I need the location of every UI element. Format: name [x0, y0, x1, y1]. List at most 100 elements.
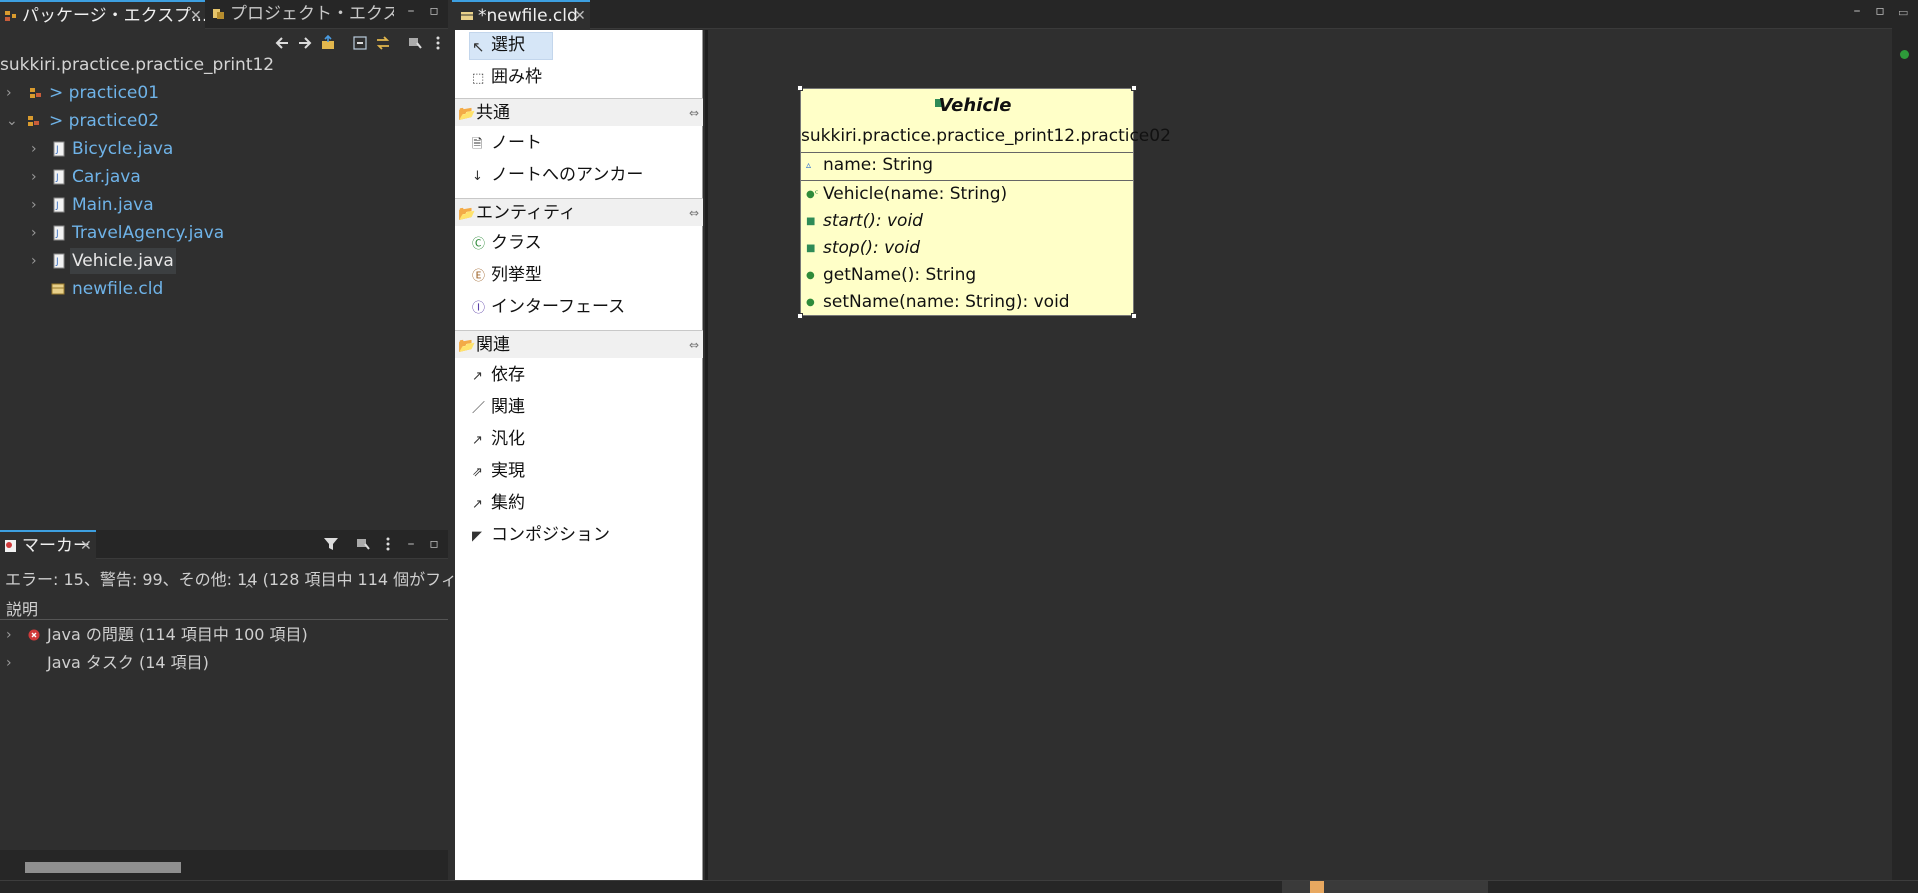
scrollbar-thumb[interactable] — [25, 862, 181, 873]
markers-column-header[interactable]: 説明 ^ — [0, 582, 448, 620]
uml-attribute[interactable]: ▵ name: String — [801, 152, 1133, 179]
pin-icon[interactable]: ⇔ — [689, 199, 699, 227]
association-line-icon: ／ — [472, 401, 486, 416]
chevron-right-icon[interactable]: › — [6, 650, 12, 676]
uml-class-package: sukkiri.practice.practice_print12.practi… — [801, 126, 1171, 146]
tab-markers[interactable]: マーカー ✕ — [0, 530, 96, 559]
chevron-right-icon[interactable]: › — [31, 248, 43, 274]
view-menu-icon[interactable] — [380, 536, 396, 552]
palette-item-association[interactable]: ／ 関連 — [455, 392, 703, 422]
chevron-right-icon[interactable]: › — [31, 192, 43, 218]
tree-item-newfile-cld[interactable]: newfile.cld — [0, 276, 448, 302]
java-file-icon: J — [53, 225, 65, 241]
tree-item-main-java[interactable]: › J Main.java — [0, 192, 448, 218]
markers-row-java-tasks[interactable]: › Java タスク (14 項目) — [0, 650, 448, 676]
uml-operation[interactable]: ● getName(): String — [801, 262, 1133, 289]
tab-project-explorer[interactable]: プロジェクト・エクスプ... — [208, 0, 394, 29]
minimize-icon[interactable]: – — [1850, 4, 1864, 18]
palette-item-dependency[interactable]: ↗ 依存 — [455, 360, 703, 390]
view-menu-icon[interactable] — [430, 35, 446, 51]
folder-open-icon: 📂 — [458, 106, 476, 122]
chevron-right-icon[interactable]: › — [6, 622, 12, 648]
palette-section-label: 共通 — [476, 103, 510, 123]
tree-item-practice02[interactable]: ⌄ > practice02 — [0, 108, 448, 134]
uml-class-vehicle[interactable]: Vehicle sukkiri.practice.practice_print1… — [797, 85, 1171, 319]
right-trim-bar: ▭ — [1892, 0, 1918, 880]
uml-operation[interactable]: ● setName(name: String): void — [801, 289, 1133, 316]
uml-operation-label: Vehicle(name: String) — [823, 184, 1008, 204]
palette-item-label: 依存 — [491, 365, 525, 385]
tree-root-project[interactable]: sukkiri.practice.practice_print12 — [0, 55, 274, 75]
palette-item-label: インターフェース — [491, 297, 626, 317]
filter-icon[interactable] — [323, 536, 339, 552]
palette-item-realization[interactable]: ⇗ 実現 — [455, 456, 703, 486]
tree-item-label: Car.java — [72, 167, 141, 187]
palette-section-label: エンティティ — [476, 203, 576, 223]
close-icon[interactable]: ✕ — [80, 532, 92, 559]
chevron-right-icon[interactable]: › — [31, 164, 43, 190]
chevron-right-icon[interactable]: › — [6, 80, 18, 106]
minimize-icon[interactable]: – — [404, 537, 418, 551]
palette-item-label: 実現 — [491, 461, 525, 481]
tree-item-practice01[interactable]: › > practice01 — [0, 80, 448, 106]
palette-item-note-anchor[interactable]: ↓ ノートへのアンカー — [455, 160, 703, 190]
palette-item-note[interactable]: 🗎 ノート — [455, 128, 703, 158]
status-indicator-icon[interactable] — [1900, 50, 1909, 59]
palette-tool-select[interactable]: ↖ 選択 — [455, 30, 703, 60]
marquee-icon: ⬚ — [472, 71, 485, 86]
tree-item-vehicle-java[interactable]: › J Vehicle.java — [0, 248, 448, 274]
enum-icon: Ⓔ — [472, 269, 486, 284]
focus-icon[interactable] — [355, 536, 371, 552]
palette-item-generalization[interactable]: ↗ 汎化 — [455, 424, 703, 454]
folder-open-icon: 📂 — [458, 338, 476, 354]
uml-operation[interactable]: ■ stop(): void — [801, 235, 1133, 262]
pin-icon[interactable]: ⇔ — [689, 99, 699, 127]
pin-icon[interactable]: ⇔ — [689, 331, 699, 359]
tree-item-car-java[interactable]: › J Car.java — [0, 164, 448, 190]
palette-section-entity[interactable]: 📂 エンティティ ⇔ — [455, 198, 703, 226]
resize-handle[interactable] — [1131, 313, 1137, 319]
svg-text:J: J — [55, 229, 59, 239]
resize-handle[interactable] — [797, 85, 803, 91]
resize-handle[interactable] — [797, 313, 803, 319]
maximize-icon[interactable]: ▫ — [427, 537, 441, 551]
tab-package-explorer[interactable]: パッケージ・エクスプ... ✕ — [0, 0, 205, 29]
up-folder-icon[interactable] — [320, 35, 336, 51]
restore-icon[interactable]: ▭ — [1898, 6, 1908, 19]
tree-item-bicycle-java[interactable]: › J Bicycle.java — [0, 136, 448, 162]
markers-horizontal-scrollbar[interactable] — [0, 850, 448, 880]
column-header-description: 説明 — [6, 600, 39, 619]
close-icon[interactable]: ✕ — [190, 2, 202, 29]
close-icon[interactable]: ✕ — [574, 2, 586, 29]
markers-row-java-problems[interactable]: › Java の問題 (114 項目中 100 項目) — [0, 622, 448, 648]
palette-tool-marquee[interactable]: ⬚ 囲み枠 — [455, 62, 703, 92]
chevron-down-icon[interactable]: ⌄ — [6, 108, 18, 134]
class-icon: Ⓒ — [472, 237, 486, 252]
palette-section-common[interactable]: 📂 共通 ⇔ — [455, 98, 703, 126]
back-arrow-icon[interactable] — [274, 35, 290, 51]
package-icon — [30, 88, 41, 98]
collapse-all-icon[interactable] — [352, 35, 368, 51]
palette-item-label: 集約 — [491, 493, 525, 513]
forward-arrow-icon[interactable] — [297, 35, 313, 51]
minimize-icon[interactable]: – — [404, 4, 418, 18]
palette-item-interface[interactable]: Ⓘ インターフェース — [455, 292, 703, 322]
resize-handle[interactable] — [1131, 85, 1137, 91]
uml-operation[interactable]: ●ᶜ Vehicle(name: String) — [801, 181, 1133, 208]
uml-operation[interactable]: ■ start(): void — [801, 208, 1133, 235]
maximize-icon[interactable]: ▫ — [1873, 4, 1887, 18]
markers-row-label: Java の問題 (114 項目中 100 項目) — [47, 625, 308, 644]
focus-icon[interactable] — [407, 35, 423, 51]
maximize-icon[interactable]: ▫ — [427, 4, 441, 18]
chevron-right-icon[interactable]: › — [31, 220, 43, 246]
palette-item-aggregation[interactable]: ↗ 集約 — [455, 488, 703, 518]
tree-item-travelagency-java[interactable]: › J TravelAgency.java — [0, 220, 448, 246]
tab-newfile-cld[interactable]: *newfile.cld ✕ — [452, 0, 590, 29]
heap-status[interactable] — [1282, 881, 1488, 893]
palette-section-relations[interactable]: 📂 関連 ⇔ — [455, 330, 703, 358]
palette-item-class[interactable]: Ⓒ クラス — [455, 228, 703, 258]
link-with-editor-icon[interactable] — [375, 35, 391, 51]
palette-item-enum[interactable]: Ⓔ 列挙型 — [455, 260, 703, 290]
chevron-right-icon[interactable]: › — [31, 136, 43, 162]
palette-item-composition[interactable]: ◤ コンポジション — [455, 520, 703, 550]
